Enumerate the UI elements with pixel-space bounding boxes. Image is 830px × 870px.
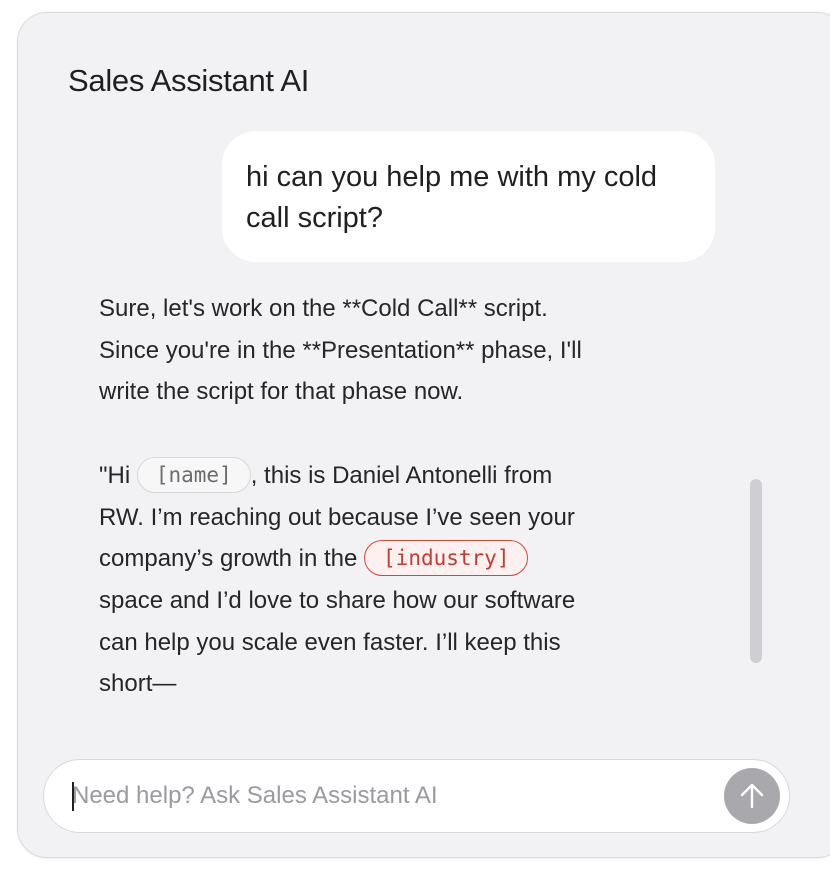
assistant-paragraph-script: "Hi [name], this is Daniel Antonelli fro…: [99, 455, 599, 705]
message-list[interactable]: hi can you help me with my cold call scr…: [18, 113, 778, 733]
assistant-paragraph-intro: Sure, let's work on the **Cold Call** sc…: [99, 295, 582, 406]
arrow-up-icon: [739, 782, 765, 810]
user-message-bubble: hi can you help me with my cold call scr…: [222, 131, 715, 262]
industry-placeholder-chip[interactable]: [industry]: [364, 540, 529, 577]
send-button[interactable]: [724, 768, 780, 824]
app-title: Sales Assistant AI: [68, 63, 310, 98]
chat-panel: Sales Assistant AI hi can you help me wi…: [17, 12, 830, 858]
message-scrollbar[interactable]: [750, 479, 762, 663]
script-text-suffix: space and I’d love to share how our soft…: [99, 586, 576, 698]
name-placeholder-chip[interactable]: [name]: [136, 456, 251, 493]
script-text-prefix: "Hi: [99, 461, 137, 489]
text-caret: [72, 782, 74, 811]
assistant-message: Sure, let's work on the **Cold Call** sc…: [99, 288, 599, 705]
message-input[interactable]: [72, 760, 672, 831]
composer-bar: [43, 759, 790, 833]
